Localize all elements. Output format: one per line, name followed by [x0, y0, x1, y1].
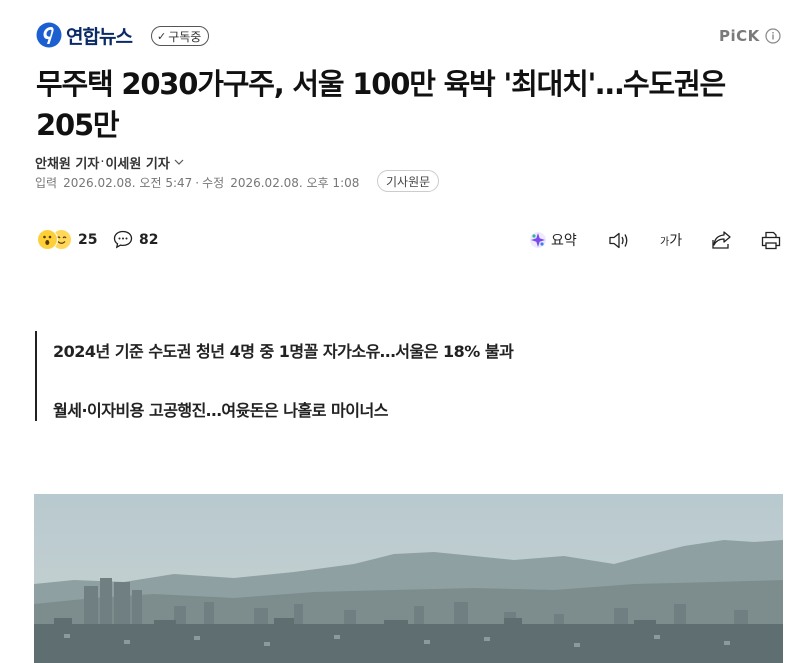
reporter-name[interactable]: 이세원 기자 [105, 153, 169, 172]
yonhap-logo-icon[interactable] [36, 22, 62, 48]
chevron-down-icon[interactable] [174, 159, 184, 166]
subscribe-label: 구독중 [168, 29, 202, 44]
article-dates: 입력 2026.02.08. 오전 5:47 · 수정 2026.02.08. … [35, 174, 359, 191]
share-icon[interactable] [711, 230, 733, 250]
article-summary: 2024년 기준 수도권 청년 4명 중 1명꼴 자가소유…서울은 18% 불과… [35, 331, 637, 421]
original-article-button[interactable]: 기사원문 [377, 170, 440, 192]
modified-time: 2026.02.08. 오후 1:08 [230, 176, 360, 190]
summary-line: 월세·이자비용 고공행진…여윳돈은 나홀로 마이너스 [53, 401, 388, 420]
pick-label: PiCK [719, 27, 760, 45]
article-headline: 무주택 2030가구주, 서울 100만 육박 '최대치'…수도권은 205만 [36, 67, 726, 142]
summary-label: 요약 [551, 233, 577, 249]
article-photo[interactable] [34, 494, 783, 663]
check-icon: ✓ [157, 29, 167, 43]
modified-label: 수정 [202, 176, 225, 190]
speaker-icon[interactable] [608, 231, 630, 250]
font-size-large-label: 가 [669, 233, 683, 249]
brand-name[interactable]: 연합뉴스 [66, 22, 133, 49]
summary-line: 2024년 기준 수도권 청년 4명 중 1명꼴 자가소유…서울은 18% 불과 [53, 342, 514, 361]
print-icon[interactable] [761, 231, 781, 250]
summary-button[interactable]: 요약 [529, 230, 577, 250]
reporter-name[interactable]: 안채원 기자 [35, 153, 99, 172]
surprised-emoji-icon [37, 229, 58, 250]
info-icon[interactable] [765, 28, 781, 44]
font-size-button[interactable]: 가가 [660, 230, 682, 250]
font-size-small-label: 가 [660, 237, 670, 248]
reaction-count: 25 [78, 231, 98, 248]
comment-button[interactable]: 82 [113, 230, 158, 249]
separator: · [100, 155, 105, 170]
published-time: 2026.02.08. 오전 5:47 [63, 176, 193, 190]
comment-count: 82 [139, 231, 159, 248]
subscribe-button[interactable]: ✓ 구독중 [151, 26, 210, 46]
comment-icon [113, 230, 133, 249]
reaction-button[interactable]: 25 [37, 229, 97, 250]
ai-summary-icon [530, 232, 546, 248]
published-label: 입력 [35, 176, 58, 190]
reporter-byline[interactable]: 안채원 기자 · 이세원 기자 [35, 153, 184, 172]
separator: · [195, 175, 200, 190]
